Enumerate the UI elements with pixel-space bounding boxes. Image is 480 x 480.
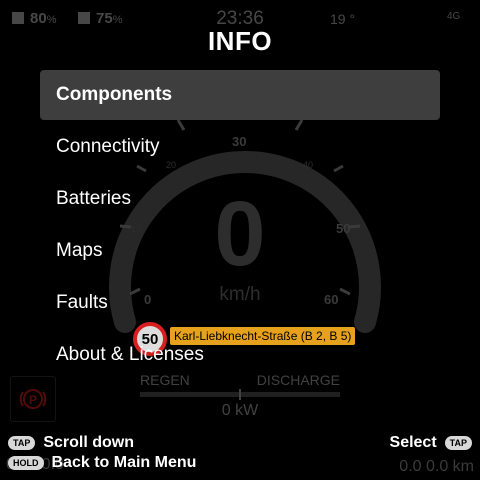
menu-item-components[interactable]: Components [40,70,440,120]
menu-item-faults[interactable]: Faults [40,278,440,328]
tap-key-badge: TAP [8,436,36,450]
menu-title: INFO [207,26,273,56]
control-hints: TAP Scroll down HOLD Back to Main Menu S… [0,428,480,480]
menu-item-about-licenses[interactable]: About & Licenses [40,330,440,380]
hint-back-main-menu: HOLD Back to Main Menu [8,454,196,472]
hint-scroll-down: TAP Scroll down [8,434,134,452]
power-value: 0 kW [221,402,259,419]
svg-text:P: P [29,393,37,407]
hint-select: Select TAP [390,434,472,452]
menu-item-batteries[interactable]: Batteries [40,174,440,224]
info-menu: Components Connectivity Batteries Maps F… [40,70,440,382]
hint-back-label: Back to Main Menu [51,454,197,471]
parking-brake-icon: P [10,376,56,422]
hint-scroll-label: Scroll down [43,434,135,451]
hint-select-label: Select [389,434,437,451]
power-bar-center-mark [239,389,241,400]
menu-item-connectivity[interactable]: Connectivity [40,122,440,172]
hold-key-badge: HOLD [8,456,44,470]
tap-key-badge: TAP [444,436,472,450]
menu-item-maps[interactable]: Maps [40,226,440,276]
